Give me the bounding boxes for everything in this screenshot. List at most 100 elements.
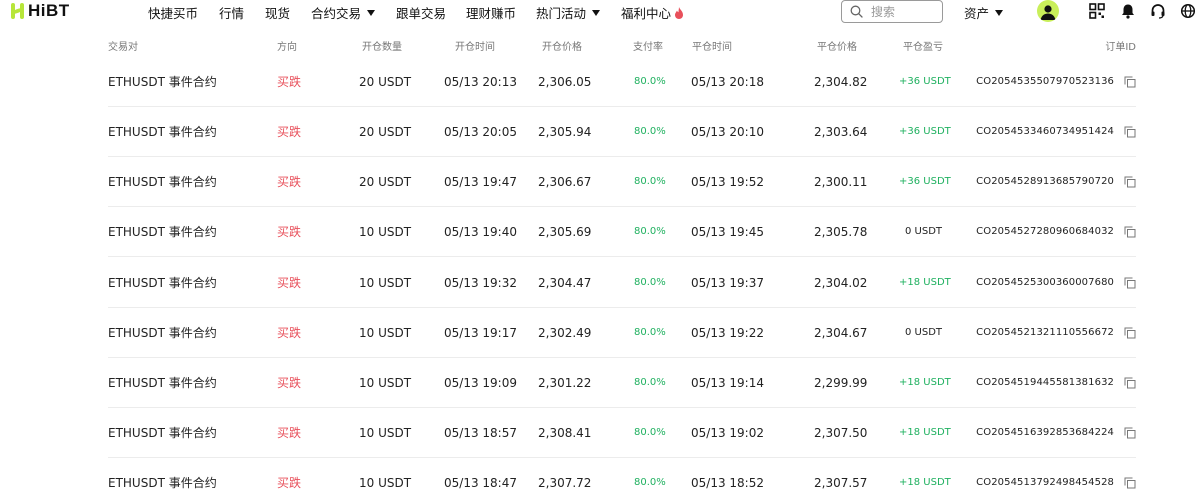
cell-rate: 80.0% bbox=[634, 377, 666, 388]
logo[interactable]: HiBT bbox=[10, 1, 70, 20]
cell-amount: 10 USDT bbox=[359, 276, 412, 290]
assets-menu[interactable]: 资产 bbox=[964, 3, 1004, 22]
cell-pair: ETHUSDT 事件合约 bbox=[108, 125, 217, 139]
chevron-down-icon bbox=[995, 9, 1004, 16]
cell-pnl: +36 USDT bbox=[899, 126, 951, 137]
col-header-pair: 交易对 bbox=[108, 42, 138, 53]
cell-close-price: 2,305.78 bbox=[814, 225, 868, 239]
nav-item-quick-buy[interactable]: 快捷买币 bbox=[148, 3, 198, 22]
cell-close-price: 2,304.67 bbox=[814, 326, 868, 340]
col-header-close-price: 平仓价格 bbox=[817, 42, 857, 53]
cell-amount: 10 USDT bbox=[359, 426, 412, 440]
copy-icon[interactable] bbox=[1124, 226, 1136, 238]
cell-amount: 20 USDT bbox=[359, 75, 412, 89]
copy-icon[interactable] bbox=[1124, 427, 1136, 439]
table-row: ETHUSDT 事件合约 买跌 20 USDT 05/13 19:47 2,30… bbox=[108, 157, 1136, 207]
search-input[interactable] bbox=[871, 4, 931, 19]
cell-close-price: 2,299.99 bbox=[814, 376, 868, 390]
nav-item-copy-trading[interactable]: 跟单交易 bbox=[396, 3, 446, 22]
globe-icon[interactable] bbox=[1180, 3, 1196, 19]
cell-rate: 80.0% bbox=[634, 226, 666, 237]
copy-icon[interactable] bbox=[1124, 477, 1136, 489]
cell-open-price: 2,306.05 bbox=[538, 75, 592, 89]
col-header-pnl: 平仓盈亏 bbox=[903, 42, 943, 53]
cell-amount: 10 USDT bbox=[359, 326, 412, 340]
cell-order-id: CO2054533460734951424 bbox=[976, 126, 1114, 137]
copy-icon[interactable] bbox=[1124, 277, 1136, 289]
cell-direction: 买跌 bbox=[277, 376, 302, 390]
cell-open-time: 05/13 19:40 bbox=[444, 225, 517, 239]
cell-open-price: 2,305.69 bbox=[538, 225, 592, 239]
cell-rate: 80.0% bbox=[634, 126, 666, 137]
cell-close-time: 05/13 20:18 bbox=[691, 75, 764, 89]
nav-item-earn[interactable]: 理财赚币 bbox=[466, 3, 516, 22]
cell-amount: 10 USDT bbox=[359, 376, 412, 390]
cell-order-id: CO2054527280960684032 bbox=[976, 226, 1114, 237]
cell-open-time: 05/13 20:13 bbox=[444, 75, 517, 89]
cell-order-id: CO2054519445581381632 bbox=[976, 377, 1114, 388]
col-header-order-id: 订单ID bbox=[1105, 42, 1136, 53]
copy-icon[interactable] bbox=[1124, 126, 1136, 138]
headset-icon[interactable] bbox=[1150, 3, 1166, 19]
search-box[interactable] bbox=[841, 0, 943, 23]
cell-close-time: 05/13 19:02 bbox=[691, 426, 764, 440]
cell-pair: ETHUSDT 事件合约 bbox=[108, 225, 217, 239]
cell-open-time: 05/13 19:47 bbox=[444, 175, 517, 189]
cell-rate: 80.0% bbox=[634, 176, 666, 187]
cell-close-price: 2,304.82 bbox=[814, 75, 868, 89]
logo-text: HiBT bbox=[28, 1, 70, 20]
table-row: ETHUSDT 事件合约 买跌 10 USDT 05/13 19:32 2,30… bbox=[108, 258, 1136, 308]
cell-close-time: 05/13 19:22 bbox=[691, 326, 764, 340]
cell-pair: ETHUSDT 事件合约 bbox=[108, 75, 217, 89]
cell-amount: 10 USDT bbox=[359, 476, 412, 490]
nav-item-markets[interactable]: 行情 bbox=[219, 3, 244, 22]
cell-open-time: 05/13 19:17 bbox=[444, 326, 517, 340]
cell-order-id: CO2054513792498454528 bbox=[976, 477, 1114, 488]
nav-item-events[interactable]: 热门活动 bbox=[536, 3, 601, 22]
logo-mark-icon bbox=[10, 2, 26, 20]
cell-order-id: CO2054528913685790720 bbox=[976, 176, 1114, 187]
nav-item-rewards[interactable]: 福利中心 bbox=[621, 3, 684, 22]
search-icon bbox=[850, 5, 863, 18]
avatar[interactable] bbox=[1037, 0, 1059, 22]
cell-direction: 买跌 bbox=[277, 75, 302, 89]
qr-code-icon[interactable] bbox=[1089, 3, 1105, 19]
cell-open-price: 2,302.49 bbox=[538, 326, 592, 340]
cell-pnl: 0 USDT bbox=[905, 226, 943, 237]
chevron-down-icon bbox=[367, 9, 376, 16]
cell-open-price: 2,308.41 bbox=[538, 426, 592, 440]
table-row: ETHUSDT 事件合约 买跌 10 USDT 05/13 18:57 2,30… bbox=[108, 408, 1136, 458]
cell-open-time: 05/13 19:32 bbox=[444, 276, 517, 290]
cell-rate: 80.0% bbox=[634, 327, 666, 338]
cell-pair: ETHUSDT 事件合约 bbox=[108, 326, 217, 340]
nav-item-spot[interactable]: 现货 bbox=[265, 3, 290, 22]
cell-open-price: 2,306.67 bbox=[538, 175, 592, 189]
cell-rate: 80.0% bbox=[634, 427, 666, 438]
bell-icon[interactable] bbox=[1120, 3, 1136, 19]
nav-item-futures[interactable]: 合约交易 bbox=[311, 3, 376, 22]
cell-open-price: 2,307.72 bbox=[538, 476, 592, 490]
copy-icon[interactable] bbox=[1124, 76, 1136, 88]
copy-icon[interactable] bbox=[1124, 327, 1136, 339]
table-row: ETHUSDT 事件合约 买跌 20 USDT 05/13 20:13 2,30… bbox=[108, 57, 1136, 107]
cell-close-price: 2,307.57 bbox=[814, 476, 868, 490]
cell-pnl: +18 USDT bbox=[899, 277, 951, 288]
cell-close-price: 2,303.64 bbox=[814, 125, 868, 139]
copy-icon[interactable] bbox=[1124, 377, 1136, 389]
col-header-rate: 支付率 bbox=[633, 42, 663, 53]
cell-amount: 20 USDT bbox=[359, 175, 412, 189]
cell-close-time: 05/13 19:37 bbox=[691, 276, 764, 290]
copy-icon[interactable] bbox=[1124, 176, 1136, 188]
col-header-open-price: 开仓价格 bbox=[542, 42, 582, 53]
cell-order-id: CO2054516392853684224 bbox=[976, 427, 1114, 438]
cell-open-time: 05/13 18:57 bbox=[444, 426, 517, 440]
cell-direction: 买跌 bbox=[277, 276, 302, 290]
cell-pnl: +18 USDT bbox=[899, 427, 951, 438]
cell-pnl: +18 USDT bbox=[899, 377, 951, 388]
cell-pair: ETHUSDT 事件合约 bbox=[108, 175, 217, 189]
table-row: ETHUSDT 事件合约 买跌 10 USDT 05/13 19:09 2,30… bbox=[108, 358, 1136, 408]
col-header-amount: 开仓数量 bbox=[362, 42, 402, 53]
user-icon bbox=[1040, 5, 1056, 20]
chevron-down-icon bbox=[592, 9, 601, 16]
cell-open-price: 2,301.22 bbox=[538, 376, 592, 390]
